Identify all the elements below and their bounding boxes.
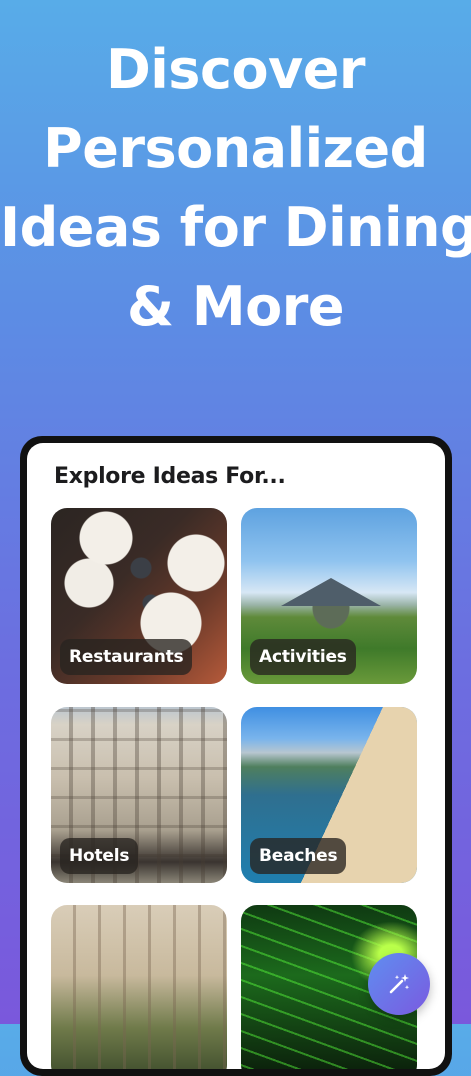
category-card-activities[interactable]: Activities: [241, 508, 417, 684]
headline-line-3: Ideas for Dining: [0, 196, 471, 259]
category-card-malls[interactable]: [51, 905, 227, 1069]
explore-title: Explore Ideas For...: [54, 464, 286, 489]
category-label: Beaches: [250, 838, 347, 874]
category-label: Restaurants: [60, 639, 193, 675]
category-card-hotels[interactable]: Hotels: [51, 707, 227, 883]
headline-line-4: & More: [127, 275, 344, 338]
category-card-restaurants[interactable]: Restaurants: [51, 508, 227, 684]
shopping-mall-photo: [51, 905, 227, 1069]
headline-line-1: Discover: [105, 38, 366, 101]
magic-suggest-button[interactable]: [368, 953, 430, 1015]
headline: Discover Personalized Ideas for Dining &…: [0, 30, 471, 346]
category-label: Hotels: [60, 838, 139, 874]
category-label: Activities: [250, 639, 356, 675]
category-card-beaches[interactable]: Beaches: [241, 707, 417, 883]
magic-wand-icon: [389, 974, 410, 994]
headline-line-2: Personalized: [43, 117, 428, 180]
